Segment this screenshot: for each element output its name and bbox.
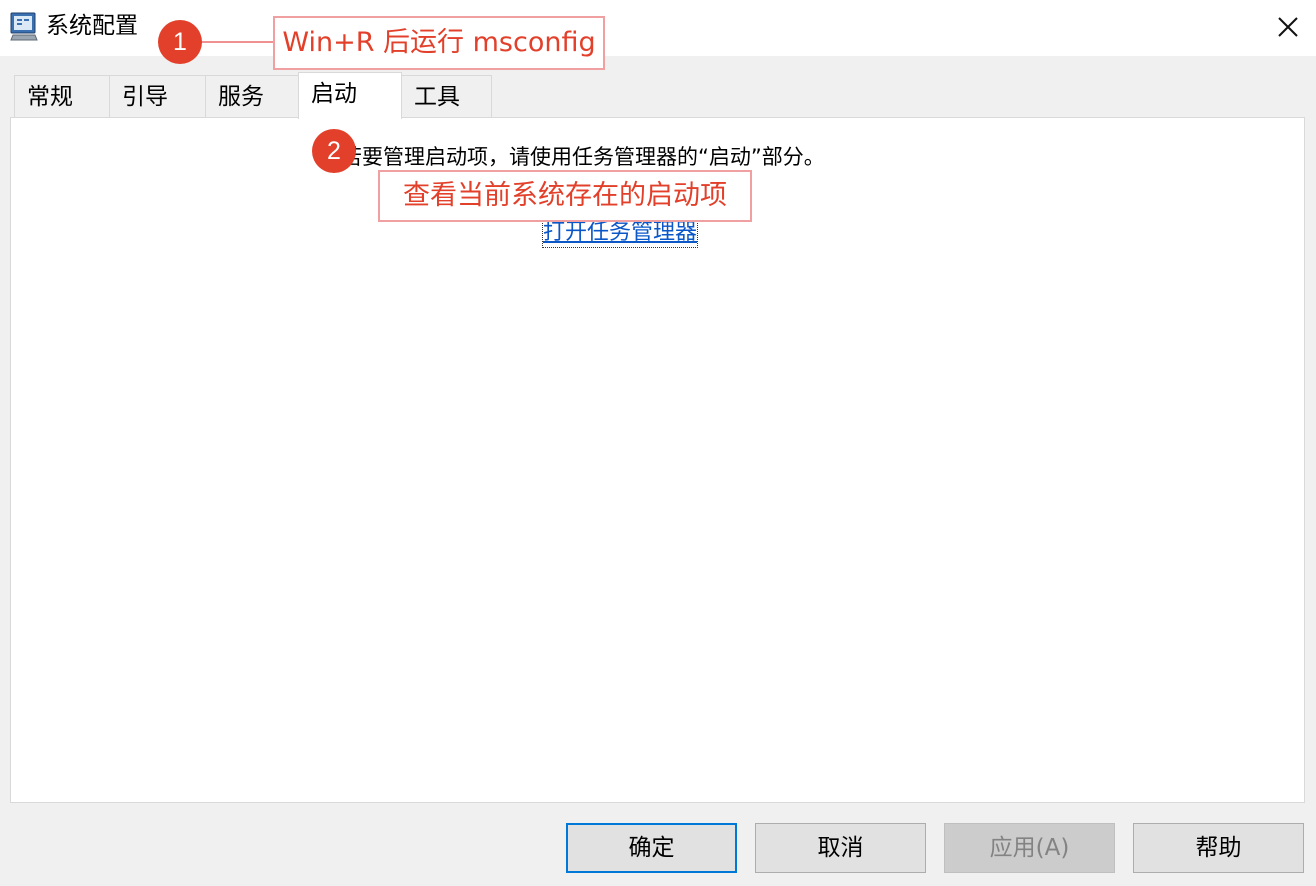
annotation-1-badge: 1 (158, 20, 202, 64)
startup-info-text: 若要管理启动项，请使用任务管理器的“启动”部分。 (341, 145, 825, 169)
help-button[interactable]: 帮助 (1133, 823, 1304, 873)
cancel-button[interactable]: 取消 (755, 823, 926, 873)
annotation-1-connector (200, 41, 274, 43)
open-task-manager-link[interactable]: 打开任务管理器 (541, 218, 699, 248)
tab-services[interactable]: 服务 (205, 75, 299, 117)
annotation-1-callout: Win+R 后运行 msconfig (273, 16, 605, 70)
apply-button: 应用(A) (944, 823, 1115, 873)
close-button[interactable] (1260, 0, 1316, 54)
ok-button[interactable]: 确定 (566, 823, 737, 873)
window-title: 系统配置 (46, 13, 138, 39)
tab-boot[interactable]: 引导 (109, 75, 206, 117)
close-icon (1278, 17, 1298, 37)
msconfig-monitor-icon (10, 11, 38, 41)
tab-general[interactable]: 常规 (14, 75, 110, 117)
tab-tools[interactable]: 工具 (401, 75, 492, 117)
tab-startup[interactable]: 启动 (298, 72, 402, 119)
annotation-2-callout: 查看当前系统存在的启动项 (378, 170, 752, 222)
annotation-2-badge: 2 (312, 129, 356, 173)
